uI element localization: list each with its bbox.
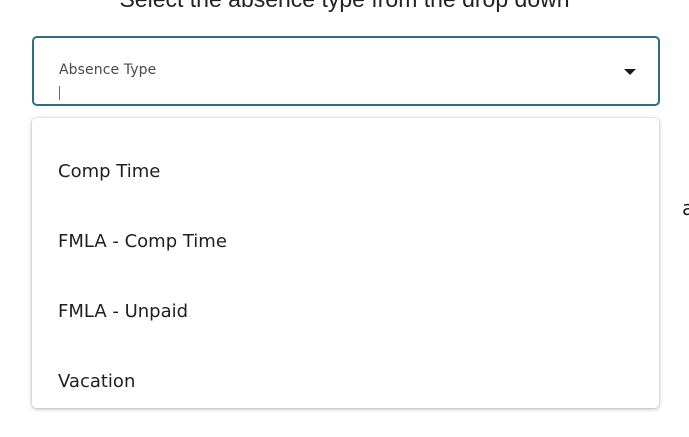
absence-type-label: Absence Type	[59, 62, 157, 78]
option-vacation[interactable]: Vacation	[32, 354, 659, 410]
text-cursor	[59, 86, 60, 100]
option-fmla-comp-time[interactable]: FMLA - Comp Time	[32, 214, 659, 270]
absence-type-options-list: Comp Time FMLA - Comp Time FMLA - Unpaid…	[32, 118, 659, 408]
chevron-down-icon[interactable]	[624, 69, 636, 75]
background-text-fragment: a	[682, 196, 689, 220]
option-comp-time[interactable]: Comp Time	[32, 144, 659, 200]
instruction-text: Select the absence type from the drop do…	[0, 0, 689, 13]
absence-type-select[interactable]: Absence Type	[32, 36, 660, 106]
option-fmla-unpaid[interactable]: FMLA - Unpaid	[32, 284, 659, 340]
